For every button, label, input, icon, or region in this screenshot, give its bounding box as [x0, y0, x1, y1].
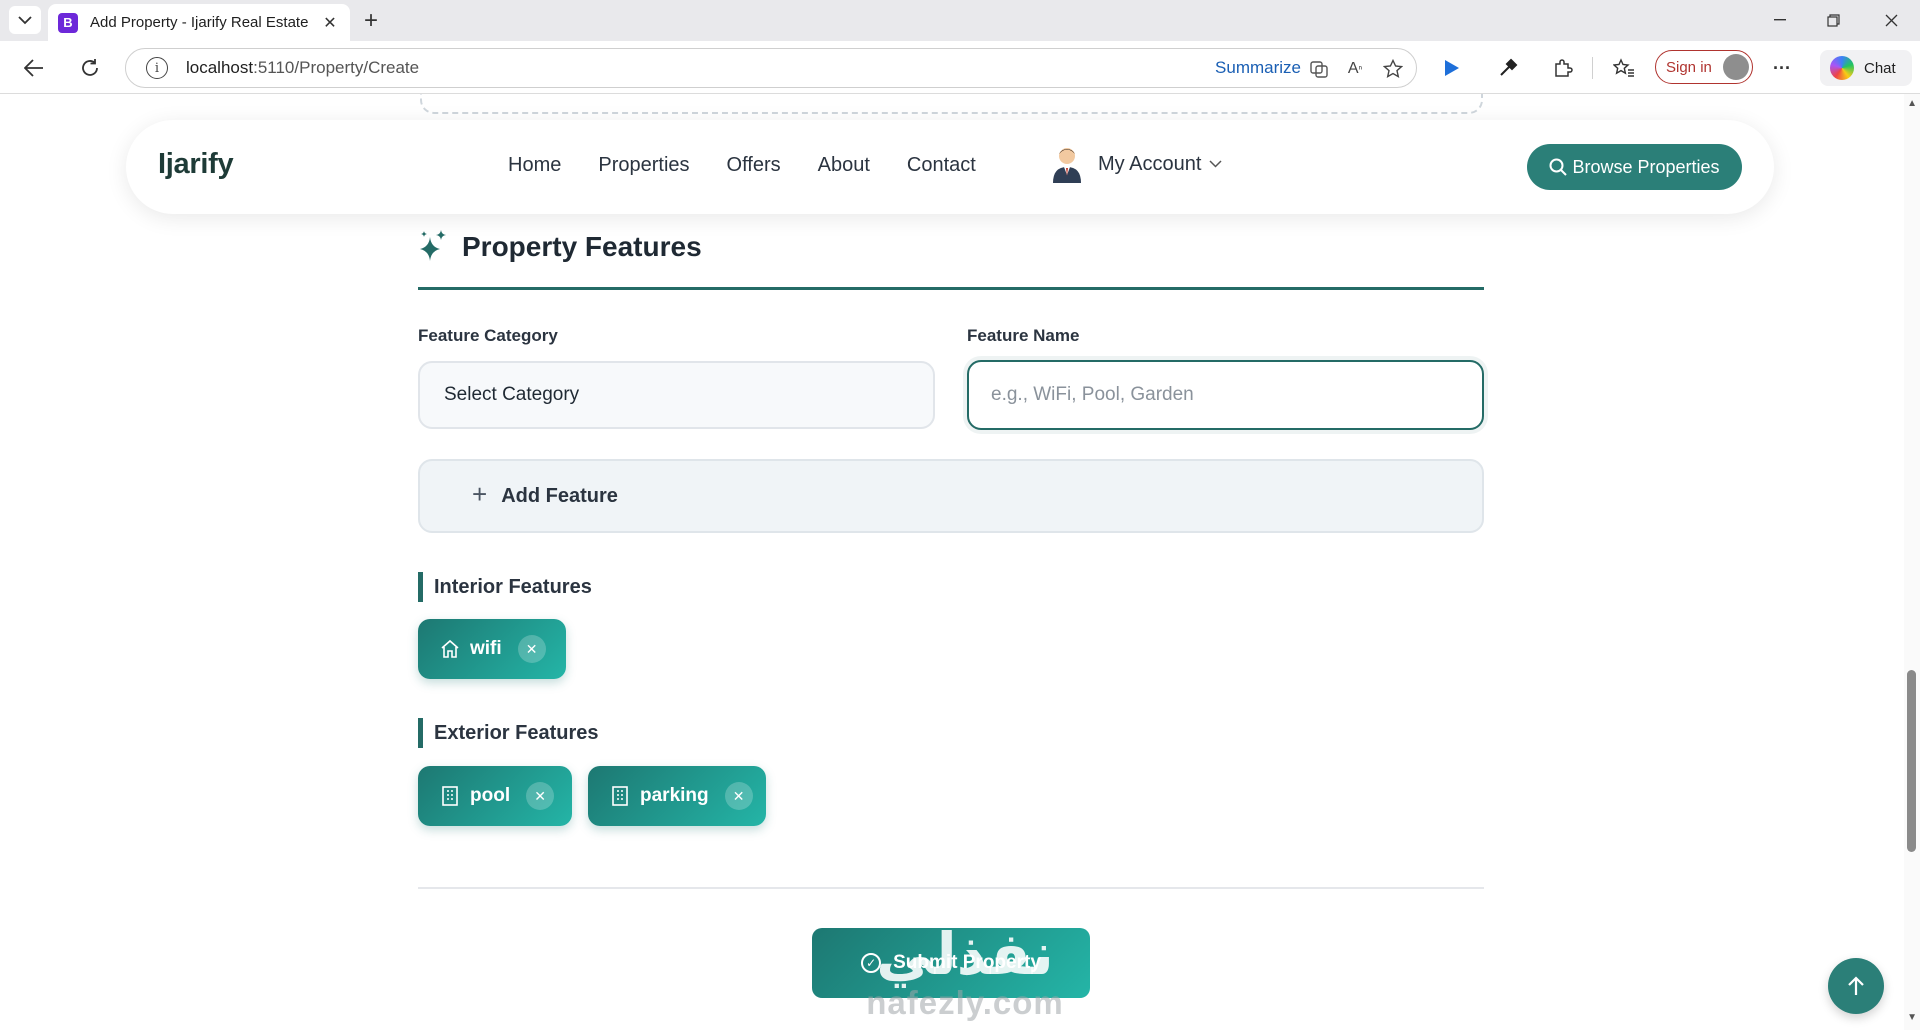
home-icon [440, 639, 460, 659]
scrollbar-thumb[interactable] [1907, 670, 1916, 852]
feature-category-value: Select Category [444, 384, 580, 405]
play-icon [1445, 60, 1459, 76]
nav-link-properties[interactable]: Properties [598, 154, 689, 177]
copilot-chat-button[interactable]: Chat [1820, 50, 1912, 86]
check-circle-icon: ✓ [861, 953, 882, 973]
refresh-button[interactable] [73, 51, 107, 85]
translate-icon[interactable] [1306, 56, 1332, 82]
new-tab-button[interactable]: + [357, 7, 385, 34]
feature-name-label: Feature Name [967, 326, 1080, 345]
refresh-icon [82, 59, 98, 76]
url-text: localhost:5110/Property/Create [186, 58, 420, 77]
submit-property-label: Submit Property [893, 952, 1041, 973]
browse-properties-button[interactable]: Browse Properties [1527, 144, 1742, 190]
browser-toolbar: i localhost:5110/Property/Create Summari… [0, 41, 1920, 94]
minimize-window-button[interactable] [1757, 6, 1803, 34]
copilot-icon [1830, 56, 1854, 80]
sign-in-label: Sign in [1666, 58, 1712, 76]
remove-feature-icon[interactable]: ✕ [724, 782, 753, 810]
plus-icon: + [472, 479, 488, 509]
building-icon [440, 786, 460, 806]
feature-category-label: Feature Category [418, 326, 558, 345]
extensions-button[interactable] [1546, 51, 1580, 85]
my-account-label: My Account [1098, 152, 1202, 175]
profile-avatar-icon [1723, 54, 1749, 80]
scroll-up-arrow-icon[interactable]: ▲ [1907, 98, 1917, 109]
feature-category-select[interactable]: Select Category [418, 361, 935, 429]
nav-links: Home Properties Offers About Contact [508, 154, 1013, 177]
feature-chip-label: parking [640, 785, 709, 806]
puzzle-icon [1555, 59, 1573, 77]
chevron-down-icon [1209, 160, 1222, 168]
tab-actions-menu[interactable] [9, 6, 41, 34]
section-title: Property Features [462, 231, 702, 262]
feature-chip-label: wifi [470, 638, 502, 659]
arrow-left-icon [24, 59, 43, 77]
section-divider [418, 287, 1484, 290]
arrow-up-icon [1848, 976, 1864, 995]
chevron-down-icon [18, 15, 32, 24]
eyedropper-icon [1500, 58, 1518, 76]
exterior-features-title: Exterior Features [418, 718, 599, 748]
brand-logo[interactable]: Ijarify [158, 148, 234, 181]
interior-features-title: Interior Features [418, 572, 592, 602]
more-menu-button[interactable]: ··· [1765, 51, 1799, 85]
browser-tab-bar: B Add Property - Ijarify Real Estate ✕ + [0, 0, 1920, 41]
remove-feature-icon[interactable]: ✕ [517, 635, 546, 663]
features-section-header: Property Features [418, 229, 702, 265]
nav-link-offers[interactable]: Offers [727, 154, 781, 177]
extension-play-button[interactable] [1435, 51, 1469, 85]
close-tab-icon[interactable]: ✕ [320, 13, 340, 33]
toolbar-divider [1592, 57, 1593, 79]
sparkles-icon [420, 230, 446, 261]
favorite-star-icon[interactable] [1380, 56, 1406, 82]
feature-chip: parking ✕ [588, 766, 766, 826]
browse-properties-label: Browse Properties [1572, 156, 1720, 177]
form-footer-divider [418, 887, 1484, 889]
restore-window-button[interactable] [1810, 6, 1856, 34]
feature-chip: pool ✕ [418, 766, 572, 826]
user-avatar-icon [1053, 148, 1081, 183]
building-icon [610, 786, 630, 806]
address-bar[interactable]: i localhost:5110/Property/Create Summari… [125, 48, 1417, 88]
my-account-dropdown[interactable]: My Account [1050, 145, 1222, 183]
minimize-icon [1774, 19, 1786, 21]
favicon-icon: B [58, 12, 78, 33]
favorites-button[interactable] [1607, 51, 1641, 85]
remove-feature-icon[interactable]: ✕ [526, 782, 555, 810]
upload-dropzone-edge [420, 94, 1483, 114]
feature-name-input[interactable] [967, 360, 1484, 430]
page-scrollbar[interactable] [1904, 94, 1920, 1030]
read-aloud-icon[interactable]: Aⁿ [1342, 56, 1368, 82]
summarize-link[interactable]: Summarize [1215, 58, 1301, 78]
restore-icon [1826, 13, 1840, 27]
eyedropper-button[interactable] [1491, 51, 1525, 85]
add-feature-label: Add Feature [501, 484, 618, 507]
tab-title: Add Property - Ijarify Real Estate [90, 14, 309, 31]
nav-link-contact[interactable]: Contact [907, 154, 976, 177]
chat-label: Chat [1864, 59, 1896, 77]
favorites-icon [1613, 58, 1634, 77]
feature-chip-label: pool [470, 785, 511, 806]
site-navbar: Ijarify Home Properties Offers About Con… [126, 120, 1774, 214]
submit-property-button[interactable]: ✓ Submit Property [812, 928, 1090, 998]
add-feature-button[interactable]: + Add Feature [418, 459, 1484, 533]
site-info-icon[interactable]: i [146, 57, 168, 79]
nav-link-home[interactable]: Home [508, 154, 561, 177]
page-viewport: Ijarify Home Properties Offers About Con… [0, 94, 1920, 1030]
back-button[interactable] [17, 51, 51, 85]
close-icon [1885, 14, 1897, 26]
scroll-to-top-button[interactable] [1828, 958, 1884, 1014]
scroll-down-arrow-icon[interactable]: ▼ [1907, 1012, 1917, 1023]
search-icon [1549, 158, 1568, 176]
sign-in-button[interactable]: Sign in [1655, 50, 1753, 84]
browser-tab-active[interactable]: B Add Property - Ijarify Real Estate ✕ [48, 4, 350, 41]
close-window-button[interactable] [1868, 6, 1914, 34]
nav-link-about[interactable]: About [818, 154, 870, 177]
feature-chip: wifi ✕ [418, 619, 566, 679]
